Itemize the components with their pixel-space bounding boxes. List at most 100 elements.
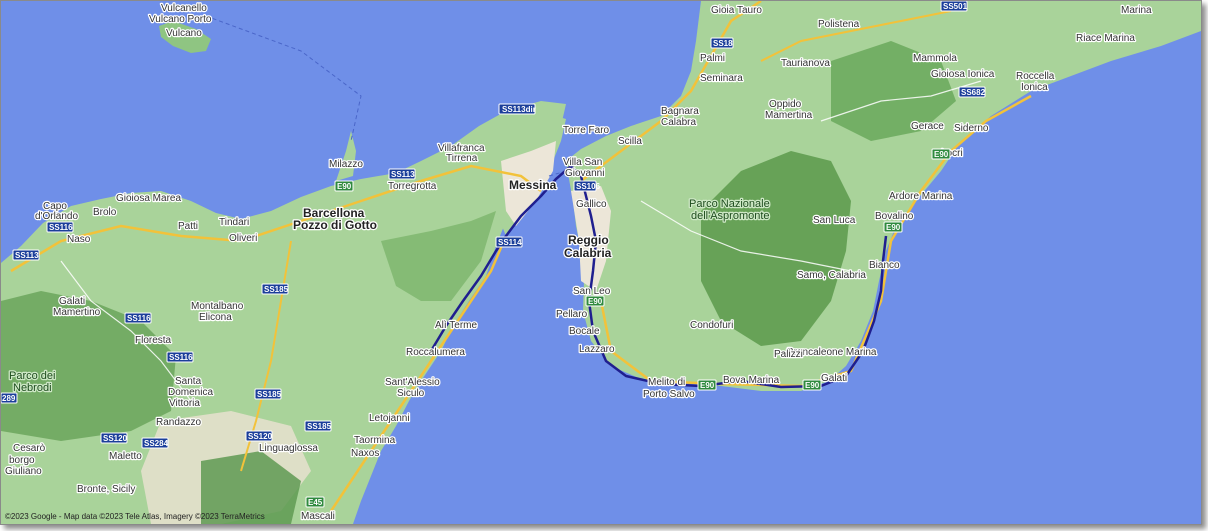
shield-ss116-b: SS116 (124, 312, 152, 324)
label-maletto: Maletto (109, 451, 142, 462)
label-randazzo: Randazzo (156, 417, 201, 428)
label-elicona: Elicona (199, 312, 232, 323)
map-attribution: ©2023 Google - Map data ©2023 Tele Atlas… (5, 512, 265, 521)
svg-text:E45: E45 (308, 498, 323, 507)
shield-e90-b: E90 (585, 295, 605, 307)
shield-ss106: SS106 (573, 180, 601, 192)
map-canvas[interactable]: Vulcanello Vulcano Porto Vulcano Milazzo… (1, 1, 1201, 524)
label-vulcanello: Vulcanello (161, 3, 207, 14)
label-gioiosa-marea: Gioiosa Marea (116, 193, 181, 204)
label-bovalino: Bovalino (875, 211, 914, 222)
svg-text:SS682: SS682 (961, 88, 986, 97)
shield-e45: E45 (305, 496, 325, 508)
label-reggio: Reggio (568, 233, 609, 247)
label-taormina: Taormina (354, 435, 396, 446)
label-naxos: Naxos (351, 448, 379, 459)
label-milazzo: Milazzo (329, 159, 363, 170)
label-san-leo: San Leo (573, 286, 611, 297)
shield-e90-d: E90 (802, 379, 822, 391)
svg-text:E90: E90 (934, 150, 949, 159)
svg-text:SS113: SS113 (15, 251, 39, 260)
label-roccella: Roccella (1016, 71, 1055, 82)
label-vittoria: Vittoria (169, 398, 200, 409)
label-bocale: Bocale (569, 326, 600, 337)
label-bova-marina: Bova Marina (723, 375, 780, 386)
label-ardore: Ardore Marina (889, 191, 953, 202)
label-melito: Melito di (648, 377, 685, 388)
label-pellaro: Pellaro (556, 309, 588, 320)
label-torregrotta: Torregrotta (388, 181, 437, 192)
label-floresta: Floresta (135, 335, 172, 346)
label-d-orlando: d'Orlando (35, 211, 78, 222)
label-siderno: Siderno (954, 123, 989, 134)
label-gerace: Gerace (911, 121, 944, 132)
label-roccalumera: Roccalumera (406, 347, 465, 358)
label-palmi: Palmi (700, 53, 725, 64)
shield-e90-e: E90 (883, 221, 903, 233)
label-parco-dei: Parco dei (9, 370, 55, 382)
label-riace: Riace Marina (1076, 33, 1135, 44)
label-seminara: Seminara (700, 73, 743, 84)
svg-text:SS185: SS185 (264, 285, 289, 294)
label-dell-aspromonte: dell'Aspromonte (691, 210, 770, 222)
svg-text:SS114: SS114 (498, 238, 522, 247)
label-torre-faro: Torre Faro (563, 125, 610, 136)
shield-ss185-a: SS185 (261, 283, 289, 295)
shield-289: 289 (1, 392, 18, 404)
label-gioia-tauro: Gioia Tauro (711, 5, 762, 16)
label-gioiosa-ionica: Gioiosa Ionica (931, 69, 995, 80)
label-san-luca: San Luca (813, 215, 856, 226)
label-santa: Santa (175, 376, 202, 387)
label-vulcano-porto: Vulcano Porto (149, 14, 212, 25)
label-pozzo-di-gotto: Pozzo di Gotto (293, 218, 377, 232)
label-calabra: Calabra (661, 117, 696, 128)
label-galati: Galati (59, 296, 85, 307)
shield-ss120-b: SS120 (245, 430, 273, 442)
svg-text:SS116: SS116 (169, 353, 193, 362)
label-scilla: Scilla (618, 136, 642, 147)
label-galati-cal: Galati (821, 373, 847, 384)
label-vulcano: Vulcano (166, 28, 202, 39)
shield-ss113-a: SS113 (388, 168, 416, 180)
svg-text:E90: E90 (805, 381, 820, 390)
svg-text:E90: E90 (588, 297, 603, 306)
label-patti: Patti (178, 221, 198, 232)
svg-text:SS106: SS106 (576, 182, 601, 191)
label-bronte: Bronte, Sicily (77, 484, 135, 495)
shield-ss501: SS501 (940, 1, 968, 12)
shield-ss284: SS284 (141, 437, 169, 449)
shield-ss114: SS114 (495, 236, 523, 248)
shield-ss18: SS18 (710, 37, 734, 49)
shield-ss113-b: SS113 (12, 249, 40, 261)
label-porto-salvo: Porto Salvo (643, 389, 695, 400)
shield-e90-f: E90 (931, 148, 951, 160)
label-messina: Messina (509, 178, 557, 192)
label-montalbano: Montalbano (191, 301, 244, 312)
shield-e90-a: E90 (334, 180, 354, 192)
shield-ss116-a: SS116 (46, 221, 74, 233)
label-mammola: Mammola (913, 53, 957, 64)
label-tirrena: Tirrena (446, 153, 478, 164)
svg-text:SS501: SS501 (943, 2, 968, 11)
shield-ss185-c: SS185 (304, 420, 332, 432)
shield-ss116-c: SS116 (166, 351, 194, 363)
label-siculo: Siculo (397, 388, 425, 399)
label-samo: Samo, Calabria (797, 270, 866, 281)
label-oliveri: Oliveri (229, 233, 257, 244)
map-frame[interactable]: Vulcanello Vulcano Porto Vulcano Milazzo… (0, 0, 1202, 525)
svg-text:E90: E90 (337, 182, 352, 191)
shield-ss113dir: SS113dir (498, 103, 536, 115)
label-giuliano: Giuliano (5, 466, 42, 477)
label-condofuri: Condofuri (690, 320, 733, 331)
label-gallico: Gallico (576, 199, 607, 210)
label-bianco: Bianco (869, 260, 900, 271)
svg-text:SS113: SS113 (391, 170, 415, 179)
label-tindari: Tindari (219, 217, 249, 228)
label-nebrodi: Nebrodi (13, 382, 52, 394)
svg-text:SS113dir: SS113dir (502, 105, 536, 114)
svg-text:SS18: SS18 (713, 39, 733, 48)
label-polistena: Polistena (818, 19, 860, 30)
label-linguaglossa: Linguaglossa (259, 443, 318, 454)
svg-text:E90: E90 (700, 381, 715, 390)
label-villa-san: Villa San (563, 157, 602, 168)
